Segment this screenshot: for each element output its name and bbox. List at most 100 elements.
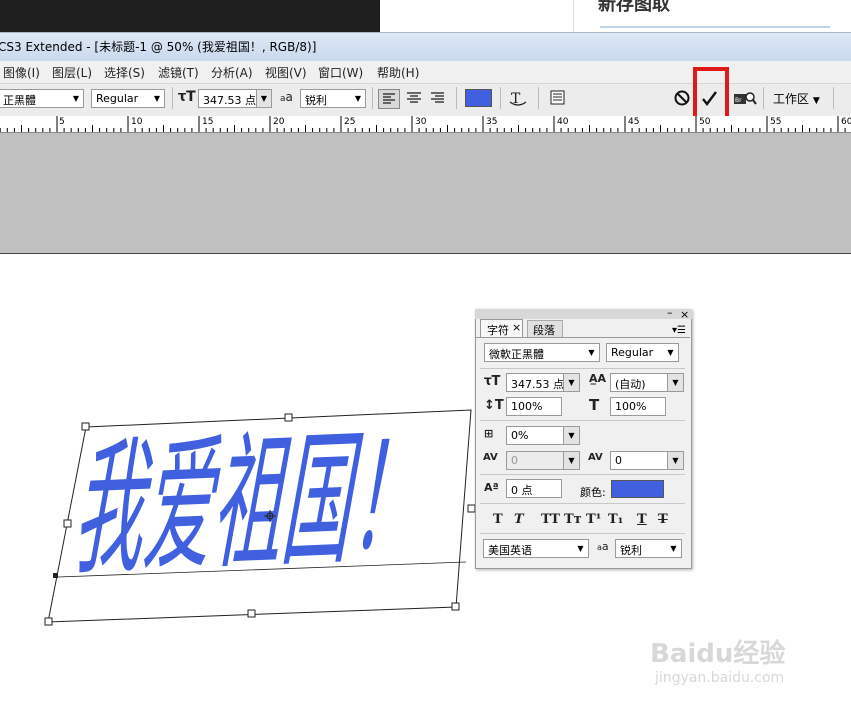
toggle-panels-button[interactable] [547, 88, 569, 108]
antialias-select[interactable]: 锐利 ▼ [300, 89, 366, 108]
panel-menu-icon[interactable]: ▾☰ [672, 325, 686, 336]
horizontal-scale-input[interactable]: 100% [610, 397, 666, 416]
ruler-label: 5 [59, 117, 65, 127]
small-caps-button[interactable]: Tт [564, 512, 582, 527]
chevron-down-icon: ▼ [667, 452, 683, 469]
transform-handle[interactable] [81, 422, 90, 431]
chevron-down-icon: ▼ [563, 452, 579, 469]
tab-paragraph[interactable]: 段落 [527, 320, 563, 337]
panel-font-style-value: Regular [611, 346, 654, 359]
font-size-select[interactable]: 347.53 点 ▼ [198, 89, 272, 108]
separator [500, 87, 501, 109]
chevron-down-icon: ▼ [663, 344, 678, 361]
panel-antialias-select[interactable]: 锐利 ▼ [615, 539, 682, 558]
cancel-button[interactable] [672, 88, 694, 108]
leading-select[interactable]: (自动) ▼ [610, 373, 684, 392]
text-color-swatch[interactable] [465, 89, 492, 107]
tsume-select[interactable]: 0% ▼ [506, 426, 580, 445]
highlight-box [693, 67, 729, 123]
chevron-down-icon: ▼ [812, 96, 820, 106]
language-value: 美国英语 [488, 544, 532, 557]
chevron-down-icon: ▼ [72, 94, 80, 103]
transform-handle[interactable] [247, 609, 256, 618]
antialias-value: 锐利 [305, 94, 327, 107]
vertical-scale-input[interactable]: 100% [506, 397, 562, 416]
ruler-label: 15 [202, 117, 214, 127]
tracking-select[interactable]: 0 ▼ [610, 451, 684, 470]
watermark-logo: Baidu经验 [650, 639, 786, 669]
font-style-value: Regular [96, 92, 139, 105]
transform-handle[interactable] [467, 504, 476, 513]
ruler-label: 40 [557, 117, 569, 127]
panel-font-family-select[interactable]: 微軟正黑體 ▼ [484, 343, 600, 362]
tracking-icon: AV [588, 452, 603, 463]
menu-select[interactable]: 选择(S) [104, 64, 145, 81]
website-heading: 新存图取 [598, 0, 670, 15]
kerning-select[interactable]: 0 ▼ [506, 451, 580, 470]
superscript-button[interactable]: T¹ [586, 512, 601, 527]
align-right-icon [431, 92, 444, 103]
panel-color-swatch[interactable] [611, 480, 664, 498]
language-select[interactable]: 美国英语 ▼ [483, 539, 589, 558]
panel-font-style-select[interactable]: Regular ▼ [606, 343, 679, 362]
align-center-button[interactable] [404, 89, 424, 109]
workspace-menu[interactable]: 工作区 ▼ [773, 90, 820, 107]
font-size-icon: ꚍT [178, 89, 196, 105]
menu-view[interactable]: 视图(V) [265, 64, 307, 81]
panel-font-size-value: 347.53 点 [511, 378, 564, 391]
font-style-select[interactable]: Regular ▼ [91, 89, 165, 108]
transform-handle[interactable] [44, 617, 53, 626]
tab-divider [476, 337, 690, 338]
bridge-button[interactable]: Br [733, 88, 757, 108]
cancel-icon [674, 90, 690, 106]
website-divider [573, 0, 574, 32]
baseline-shift-input[interactable]: 0 点 [506, 479, 562, 498]
strikethrough-button[interactable]: T [658, 512, 668, 527]
separator [833, 87, 834, 109]
chevron-down-icon: ▼ [153, 94, 161, 103]
minimize-icon[interactable]: – [667, 306, 673, 319]
font-family-value: 正黑體 [3, 94, 36, 107]
transform-handle[interactable] [63, 519, 72, 528]
faux-bold-button[interactable]: T [493, 512, 503, 527]
ruler-label: 50 [699, 117, 711, 127]
tab-character[interactable]: 字符 × [480, 319, 523, 337]
horizontal-scale-value: 100% [615, 400, 647, 413]
font-size-icon: ꚍT [484, 374, 501, 389]
underline-button[interactable]: T [637, 512, 647, 527]
baseline-shift-icon: Aª [484, 481, 499, 494]
close-icon[interactable]: × [512, 321, 521, 334]
font-family-select[interactable]: 正黑體 ▼ [0, 89, 84, 108]
panel-antialias-value: 锐利 [620, 544, 642, 557]
menu-image[interactable]: 图像(I) [3, 64, 40, 81]
align-right-button[interactable] [428, 89, 448, 109]
antialias-glyph: a [601, 540, 609, 553]
panel-font-size-select[interactable]: 347.53 点 ▼ [506, 373, 580, 392]
antialias-icon: aa [280, 90, 293, 104]
menu-analysis[interactable]: 分析(A) [211, 64, 253, 81]
warp-text-button[interactable]: T [507, 88, 529, 108]
menu-filter[interactable]: 滤镜(T) [158, 64, 199, 81]
faux-italic-button[interactable]: T [514, 512, 524, 527]
menu-layer[interactable]: 图层(L) [52, 64, 92, 81]
close-icon[interactable]: × [680, 308, 689, 321]
align-left-icon [383, 93, 395, 104]
ruler-label: 35 [486, 117, 498, 127]
kerning-icon: AV [483, 452, 498, 463]
divider [480, 474, 685, 475]
transform-handle[interactable] [451, 602, 460, 611]
tab-character-label: 字符 [487, 324, 509, 337]
chevron-down-icon: ▼ [563, 374, 579, 391]
menu-window[interactable]: 窗口(W) [318, 64, 363, 81]
chevron-down-icon: ▼ [584, 344, 599, 361]
transform-handle[interactable] [284, 413, 293, 422]
align-left-button[interactable] [378, 89, 400, 109]
vertical-scale-icon: ↕T [484, 398, 504, 413]
subscript-button[interactable]: T₁ [608, 512, 623, 527]
ruler-label: 45 [628, 117, 640, 127]
font-size-value: 347.53 点 [203, 94, 256, 107]
panel-header[interactable] [475, 309, 692, 319]
menu-help[interactable]: 帮助(H) [377, 64, 419, 81]
all-caps-button[interactable]: TT [541, 512, 560, 527]
leading-icon: A̲A [589, 372, 607, 385]
